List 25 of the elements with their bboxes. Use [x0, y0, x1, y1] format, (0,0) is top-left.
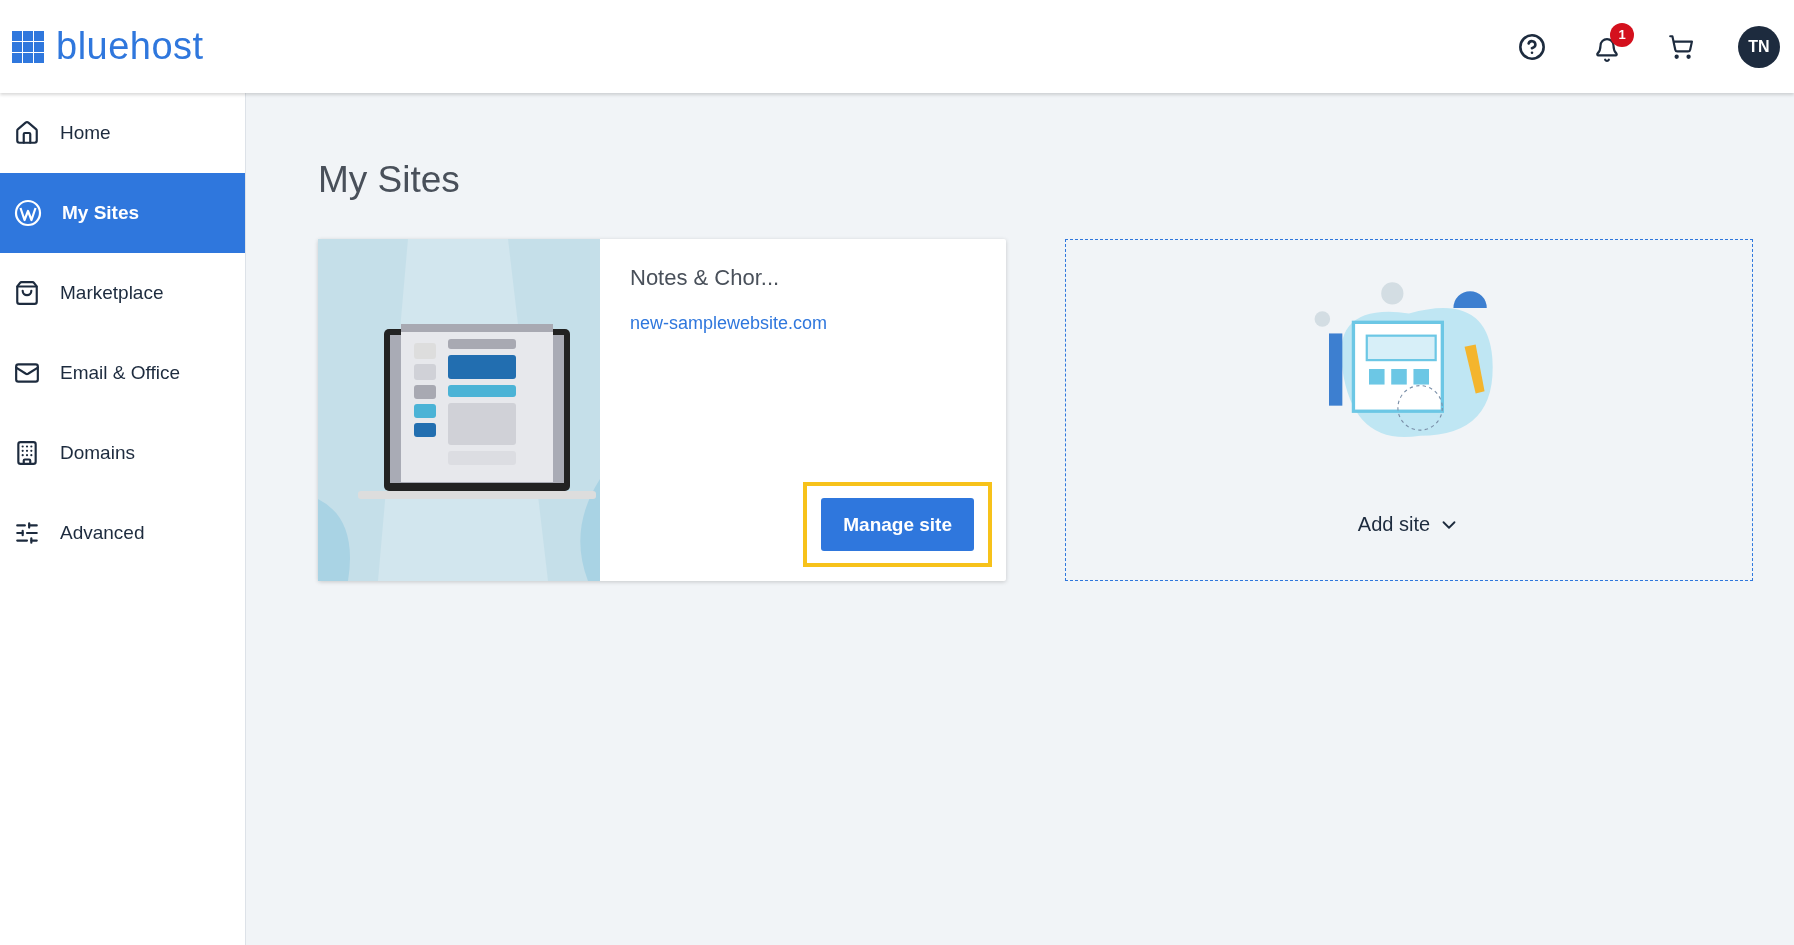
sidebar-item[interactable]: Email & Office: [0, 333, 245, 413]
sidebar-item[interactable]: Domains: [0, 413, 245, 493]
nav-icon: [14, 280, 40, 306]
notification-badge: 1: [1610, 22, 1634, 47]
sidebar-item[interactable]: Marketplace: [0, 253, 245, 333]
grid-logo-icon: [12, 30, 44, 63]
logo-text: bluehost: [56, 25, 204, 68]
cart-icon: [1668, 33, 1694, 60]
nav-icon: [14, 520, 40, 546]
sidebar-item[interactable]: Advanced: [0, 493, 245, 573]
wordpress-icon: [14, 199, 42, 227]
bell-icon: [1594, 36, 1620, 63]
help-icon: [1518, 32, 1546, 61]
nav-icon: [14, 120, 40, 146]
nav-icon: [14, 440, 40, 466]
manage-site-button[interactable]: Manage site: [821, 498, 974, 551]
page-title: My Sites: [318, 159, 461, 201]
nav-icon: [14, 360, 40, 386]
user-avatar[interactable]: TN: [1738, 25, 1780, 68]
notifications-button[interactable]: 1: [1586, 22, 1634, 71]
add-site-button[interactable]: Add site: [1351, 512, 1467, 537]
sidebar-item[interactable]: My Sites: [0, 173, 245, 253]
site-name: Notes & Chor...: [630, 265, 781, 291]
sidebar-item[interactable]: Home: [0, 93, 245, 173]
site-url-link[interactable]: new-samplewebsite.com: [630, 313, 828, 334]
